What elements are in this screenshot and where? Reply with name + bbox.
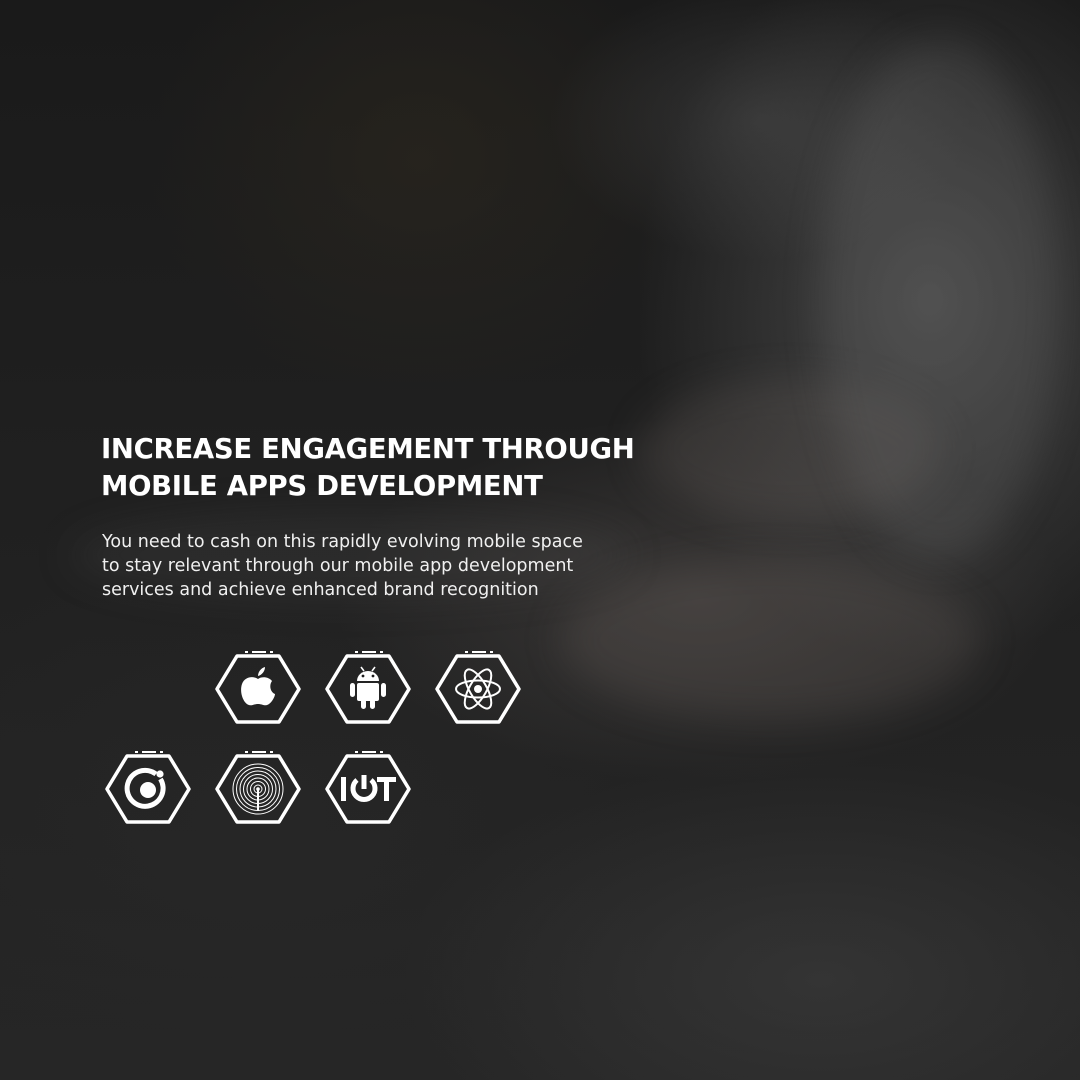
wireless-signal-icon	[215, 751, 301, 824]
react-tech-badge	[433, 649, 523, 729]
android-icon	[325, 651, 411, 724]
iot-tech-badge	[323, 749, 413, 829]
headline-line: MOBILE APPS DEVELOPMENT	[101, 470, 543, 502]
description-line: You need to cash on this rapidly evolvin…	[102, 532, 583, 552]
iot-icon	[325, 751, 411, 824]
apple-tech-badge	[213, 649, 303, 729]
android-tech-badge	[323, 649, 413, 729]
wireless-tech-badge	[213, 749, 303, 829]
apple-icon	[215, 651, 301, 724]
ionic-tech-badge	[103, 749, 193, 829]
react-icon	[435, 651, 521, 724]
ionic-icon	[105, 751, 191, 824]
description-line: services and achieve enhanced brand reco…	[102, 580, 539, 600]
description-line: to stay relevant through our mobile app …	[102, 556, 574, 576]
headline: INCREASE ENGAGEMENT THROUGH MOBILE APPS …	[101, 431, 635, 505]
headline-line: INCREASE ENGAGEMENT THROUGH	[101, 433, 635, 465]
description: You need to cash on this rapidly evolvin…	[102, 530, 583, 602]
